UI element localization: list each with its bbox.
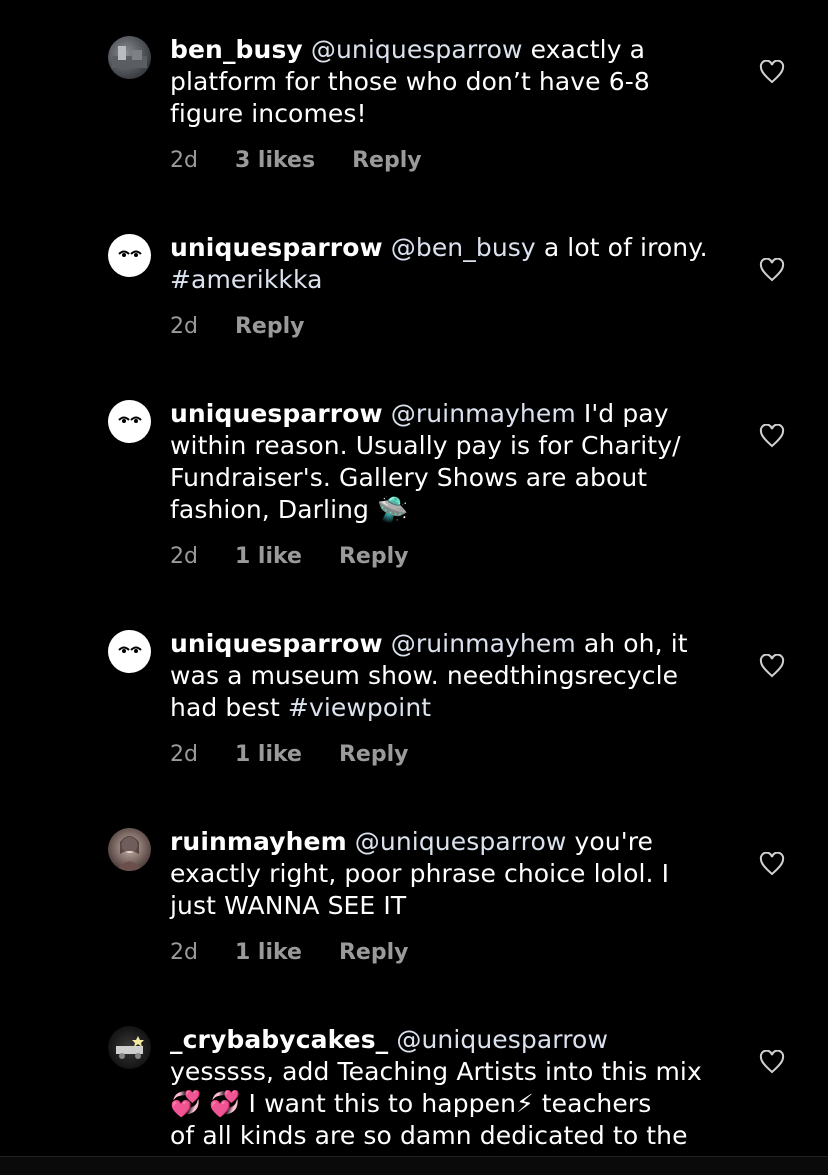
reply-button[interactable]: Reply: [339, 940, 409, 965]
avatar[interactable]: [108, 234, 151, 277]
comment-hashtag[interactable]: #amerikkka: [170, 265, 323, 294]
reply-button[interactable]: Reply: [339, 544, 409, 569]
reply-button[interactable]: Reply: [235, 314, 305, 339]
heart-outline-icon[interactable]: [759, 1050, 785, 1074]
heart-outline-icon[interactable]: [759, 60, 785, 84]
likes-count[interactable]: 1 like: [235, 742, 302, 767]
comment-text: ruinmayhem @uniquesparrow you're exactly…: [170, 827, 670, 920]
comment-mention[interactable]: @ruinmayhem: [391, 399, 576, 428]
comment-hashtag[interactable]: #viewpoint: [288, 693, 431, 722]
comment-age: 2d: [170, 544, 198, 569]
avatar[interactable]: [108, 630, 151, 673]
comment-text: _crybabycakes_ @uniquesparrow yesssss, a…: [170, 1025, 702, 1150]
comment-text: ben_busy @uniquesparrow exactly a platfo…: [170, 35, 650, 128]
avatar[interactable]: [108, 828, 151, 871]
comment-text: uniquesparrow @ruinmayhem I'd pay within…: [170, 399, 681, 524]
comment-username[interactable]: uniquesparrow: [170, 399, 383, 428]
comment-age: 2d: [170, 148, 198, 173]
avatar[interactable]: [108, 1026, 151, 1069]
heart-outline-icon[interactable]: [759, 258, 785, 282]
avatar[interactable]: [108, 400, 151, 443]
comment-username[interactable]: _crybabycakes_: [170, 1025, 388, 1054]
comment-mention[interactable]: @uniquesparrow: [355, 827, 567, 856]
comment-username[interactable]: uniquesparrow: [170, 233, 383, 262]
comment-meta: 2d 1 like Reply: [170, 544, 438, 569]
comment-mention[interactable]: @uniquesparrow: [311, 35, 523, 64]
heart-outline-icon[interactable]: [759, 852, 785, 876]
comment-meta: 2d 1 like Reply: [170, 940, 438, 965]
reply-button[interactable]: Reply: [352, 148, 422, 173]
comment-meta: 2d 1 like Reply: [170, 742, 438, 767]
comment-username[interactable]: ben_busy: [170, 35, 303, 64]
comment-mention[interactable]: @ruinmayhem: [391, 629, 576, 658]
likes-count[interactable]: 3 likes: [235, 148, 315, 173]
comment-text: uniquesparrow @ben_busy a lot of irony. …: [170, 233, 708, 294]
comment-text: uniquesparrow @ruinmayhem ah oh, it was …: [170, 629, 688, 722]
likes-count[interactable]: 1 like: [235, 544, 302, 569]
comment-age: 2d: [170, 742, 198, 767]
comment-meta: 2d 3 likes Reply: [170, 148, 452, 173]
bottom-bar: [0, 1156, 828, 1175]
comment-age: 2d: [170, 314, 198, 339]
comment-mention[interactable]: @uniquesparrow: [396, 1025, 608, 1054]
likes-count[interactable]: 1 like: [235, 940, 302, 965]
comment-meta: 2d Reply: [170, 314, 334, 339]
comment-age: 2d: [170, 940, 198, 965]
comment-username[interactable]: ruinmayhem: [170, 827, 347, 856]
comment-username[interactable]: uniquesparrow: [170, 629, 383, 658]
comment-mention[interactable]: @ben_busy: [391, 233, 536, 262]
avatar[interactable]: [108, 36, 151, 79]
heart-outline-icon[interactable]: [759, 424, 785, 448]
heart-outline-icon[interactable]: [759, 654, 785, 678]
reply-button[interactable]: Reply: [339, 742, 409, 767]
